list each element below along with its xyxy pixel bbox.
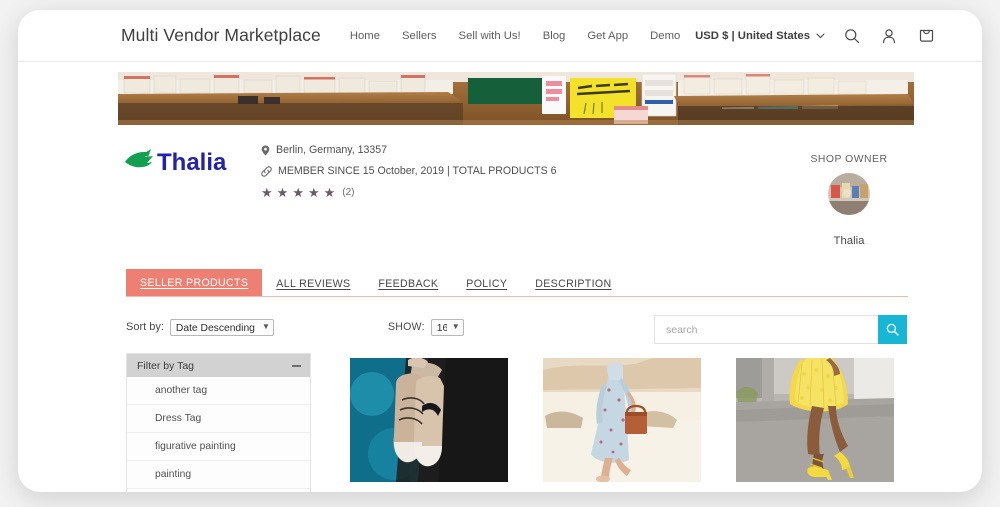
user-account-icon[interactable] xyxy=(879,26,899,46)
product-grid xyxy=(350,358,910,482)
product-search-box xyxy=(654,315,907,344)
show-label: SHOW: xyxy=(388,321,425,333)
shop-owner-label: SHOP OWNER xyxy=(784,154,914,165)
seller-meta: Berlin, Germany, 13357 MEMBER SINCE 15 O… xyxy=(239,141,556,199)
rating-star-5: ★ xyxy=(324,186,336,199)
nav-link-demo[interactable]: Demo xyxy=(650,30,680,42)
map-pin-icon xyxy=(261,145,270,156)
thalia-wordmark: Thalia xyxy=(157,149,227,176)
search-icon-glyph xyxy=(844,28,860,44)
locale-label: USD $ | United States xyxy=(695,30,810,42)
product-image-sneakers xyxy=(350,358,508,482)
shop-owner-name: Thalia xyxy=(784,235,914,247)
sort-by-label: Sort by: xyxy=(126,321,164,333)
minus-icon[interactable] xyxy=(292,365,301,367)
seller-member-text: MEMBER SINCE 15 October, 2019 | TOTAL PR… xyxy=(278,165,556,177)
thalia-logo-icon: Thalia xyxy=(121,145,239,177)
search-submit-button[interactable] xyxy=(878,315,907,344)
product-image-sneakers-art xyxy=(350,358,508,482)
seller-location-text: Berlin, Germany, 13357 xyxy=(276,144,387,156)
product-image-yellow-skirt-art xyxy=(736,358,894,482)
seller-member-line: MEMBER SINCE 15 October, 2019 | TOTAL PR… xyxy=(261,165,556,177)
filter-panel-title: Filter by Tag xyxy=(137,360,194,372)
tab-policy[interactable]: POLICY xyxy=(452,271,521,296)
nav-link-get-app[interactable]: Get App xyxy=(587,30,628,42)
seller-tabs: SELLER PRODUCTS ALL REVIEWS FEEDBACK POL… xyxy=(126,269,908,297)
filter-item-figurative-painting[interactable]: figurative painting xyxy=(127,433,310,461)
tab-all-reviews[interactable]: ALL REVIEWS xyxy=(262,271,364,296)
product-card-1[interactable] xyxy=(350,358,508,482)
brand-title: Multi Vendor Marketplace xyxy=(121,25,321,46)
site-header: Multi Vendor Marketplace Home Sellers Se… xyxy=(18,10,982,62)
shop-owner-block: SHOP OWNER Thalia xyxy=(784,154,914,247)
show-count-select[interactable]: 16 xyxy=(431,319,464,336)
search-input[interactable] xyxy=(654,315,878,344)
shopping-bag-icon[interactable] xyxy=(916,26,936,46)
nav-link-sellers[interactable]: Sellers xyxy=(402,30,437,42)
rating-star-4: ★ xyxy=(308,186,320,199)
product-image-blue-dress xyxy=(543,358,701,482)
user-account-icon-glyph xyxy=(881,28,897,44)
search-icon xyxy=(886,323,899,336)
product-image-blue-dress-art xyxy=(543,358,701,482)
sort-by-group: Sort by: Date Descending ▼ xyxy=(126,318,274,336)
tab-feedback[interactable]: FEEDBACK xyxy=(364,271,452,296)
rating-star-2: ★ xyxy=(277,186,289,199)
rating-star-1: ★ xyxy=(261,186,273,199)
seller-rating: ★ ★ ★ ★ ★ (2) xyxy=(261,186,556,199)
filter-item-dress-tag[interactable]: Dress Tag xyxy=(127,405,310,433)
shopping-bag-icon-glyph xyxy=(918,27,935,44)
nav-link-blog[interactable]: Blog xyxy=(543,30,566,42)
avatar-photo xyxy=(828,173,870,215)
main-navigation: Home Sellers Sell with Us! Blog Get App … xyxy=(350,30,680,42)
product-card-3[interactable] xyxy=(736,358,894,482)
link-icon xyxy=(261,166,272,177)
search-icon[interactable] xyxy=(842,26,862,46)
filter-item-another-tag[interactable]: another tag xyxy=(127,377,310,405)
nav-link-home[interactable]: Home xyxy=(350,30,380,42)
filter-by-tag-panel: Filter by Tag another tag Dress Tag figu… xyxy=(126,353,311,492)
sort-by-select[interactable]: Date Descending xyxy=(170,319,274,336)
rating-star-3: ★ xyxy=(292,186,304,199)
tab-seller-products[interactable]: SELLER PRODUCTS xyxy=(126,269,262,296)
show-select-shell: 16 ▼ xyxy=(431,318,464,336)
avatar[interactable] xyxy=(828,173,870,215)
product-image-yellow-skirt xyxy=(736,358,894,482)
tab-description[interactable]: DESCRIPTION xyxy=(521,271,625,296)
seller-logo: Thalia xyxy=(121,141,239,182)
filter-item-partial[interactable] xyxy=(127,489,310,492)
listing-controls: Sort by: Date Descending ▼ SHOW: 16 ▼ xyxy=(126,315,908,347)
browser-page-card: Multi Vendor Marketplace Home Sellers Se… xyxy=(18,10,982,492)
shop-banner-image xyxy=(118,72,914,125)
header-right-actions: USD $ | United States xyxy=(695,26,954,46)
sort-by-select-shell: Date Descending ▼ xyxy=(170,318,274,336)
nav-link-sell-with-us[interactable]: Sell with Us! xyxy=(459,30,521,42)
chevron-down-icon xyxy=(816,33,825,39)
filter-panel-header[interactable]: Filter by Tag xyxy=(127,354,310,377)
seller-location-line: Berlin, Germany, 13357 xyxy=(261,144,556,156)
filter-item-painting[interactable]: painting xyxy=(127,461,310,489)
shop-banner-illustration xyxy=(118,72,914,125)
product-card-2[interactable] xyxy=(543,358,701,482)
locale-currency-selector[interactable]: USD $ | United States xyxy=(695,30,825,42)
show-count-group: SHOW: 16 ▼ xyxy=(388,318,464,336)
rating-count: (2) xyxy=(342,187,354,198)
